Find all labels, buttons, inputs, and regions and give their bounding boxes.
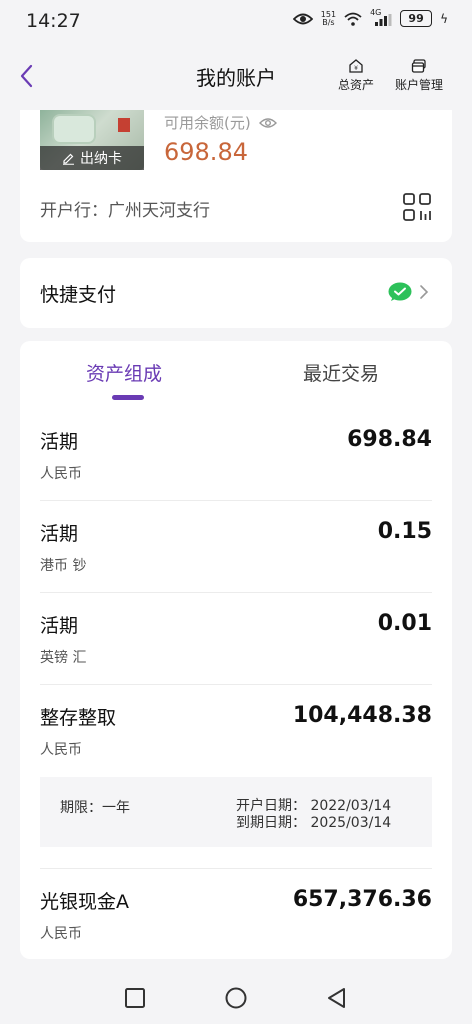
- asset-currency: 人民币: [40, 926, 82, 942]
- active-tab-indicator: [112, 395, 144, 400]
- square-recents-icon[interactable]: [123, 986, 147, 1010]
- asset-currency: 英镑 汇: [40, 650, 87, 666]
- header: 我的账户 ¥ 总资产 账户管理: [0, 44, 472, 110]
- account-manage-label: 账户管理: [395, 78, 444, 92]
- battery-indicator: 99: [400, 10, 433, 27]
- asset-row-demand-gbp[interactable]: 活期 0.01 英镑 汇: [40, 611, 432, 671]
- cashier-card-button[interactable]: 出纳卡: [40, 146, 144, 170]
- triangle-back-icon[interactable]: [325, 986, 349, 1010]
- status-time: 14:27: [26, 10, 81, 32]
- wechat-pay-icon: [388, 282, 412, 301]
- card-art-jade: [54, 116, 94, 142]
- asset-name: 整存整取: [40, 707, 117, 729]
- eye-toggle-icon[interactable]: [258, 117, 277, 129]
- tab-recent-transactions[interactable]: 最近交易: [303, 359, 379, 386]
- asset-name: 光银现金A: [40, 891, 129, 913]
- wifi-icon: [344, 12, 362, 26]
- available-balance-amount: 698.84: [164, 138, 248, 166]
- asset-amount: 0.15: [377, 519, 432, 544]
- account-card: 出纳卡 可用余额(元) 698.84 开户行：广州天河支行: [20, 110, 452, 242]
- asset-amount: 104,448.38: [292, 703, 432, 728]
- deposit-term: 期限：一年: [60, 800, 130, 816]
- divider: [40, 500, 432, 501]
- quick-pay-label: 快捷支付: [40, 284, 117, 306]
- asset-row-fixed-deposit[interactable]: 整存整取 104,448.38 人民币: [40, 703, 432, 763]
- qr-code-icon[interactable]: [402, 192, 432, 222]
- asset-currency: 港币 钞: [40, 558, 87, 574]
- branch-info: 开户行：广州天河支行: [40, 201, 210, 221]
- quick-pay-row[interactable]: 快捷支付: [20, 258, 452, 328]
- asset-name: 活期: [40, 523, 79, 545]
- divider: [40, 592, 432, 593]
- net-speed: 151 B/s: [321, 10, 336, 27]
- asset-name: 活期: [40, 615, 79, 637]
- charging-icon: ϟ: [440, 11, 448, 26]
- eye-icon: [292, 13, 313, 24]
- signal-icon: 4G: [370, 8, 392, 26]
- account-manage-button[interactable]: 账户管理: [395, 58, 443, 93]
- asset-currency: 人民币: [40, 742, 82, 758]
- asset-name: 活期: [40, 431, 79, 453]
- asset-row-demand-cny[interactable]: 活期 698.84 人民币: [40, 427, 432, 487]
- card-art-seal: [118, 118, 130, 132]
- back-arrow-icon[interactable]: [14, 62, 42, 90]
- asset-row-cash-fund[interactable]: 光银现金A 657,376.36 人民币: [40, 887, 432, 947]
- circle-home-icon[interactable]: [224, 986, 248, 1010]
- svg-text:¥: ¥: [354, 65, 358, 72]
- system-nav-bar: [0, 972, 472, 1024]
- asset-currency: 人民币: [40, 466, 82, 482]
- cashier-card-label: 出纳卡: [80, 151, 122, 167]
- net-speed-unit: B/s: [322, 17, 335, 27]
- divider: [40, 684, 432, 685]
- asset-amount: 0.01: [377, 611, 432, 636]
- status-bar: 14:27 151 B/s 4G 99 ϟ: [0, 0, 472, 44]
- status-icons: 151 B/s 4G 99 ϟ: [292, 8, 448, 27]
- chevron-right-icon: [420, 285, 429, 299]
- total-assets-icon: ¥: [349, 59, 363, 73]
- total-assets-label: 总资产: [338, 78, 375, 92]
- asset-amount: 698.84: [347, 427, 432, 452]
- available-balance-label: 可用余额(元): [164, 112, 277, 133]
- total-assets-button[interactable]: ¥ 总资产: [338, 58, 374, 93]
- account-manage-icon: [411, 59, 426, 73]
- available-label-text: 可用余额(元): [164, 114, 251, 132]
- due-date: 到期日期： 2025/03/14: [236, 815, 392, 831]
- asset-amount: 657,376.36: [292, 887, 432, 912]
- term-deposit-details: 期限：一年 开户日期： 2022/03/14 到期日期： 2025/03/14: [40, 777, 432, 847]
- divider: [40, 868, 432, 869]
- assets-panel: 资产组成 最近交易 活期 698.84 人民币 活期 0.15 港币 钞 活期 …: [20, 341, 452, 959]
- asset-row-demand-hkd[interactable]: 活期 0.15 港币 钞: [40, 519, 432, 579]
- edit-icon: [63, 153, 74, 165]
- tab-asset-composition[interactable]: 资产组成: [86, 359, 162, 386]
